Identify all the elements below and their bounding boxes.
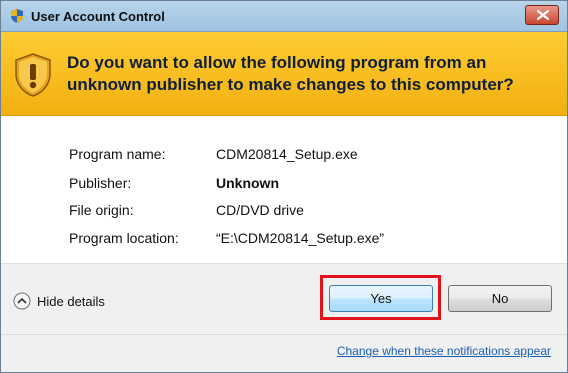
detail-value: CD/DVD drive: [216, 202, 304, 218]
detail-label: File origin:: [69, 202, 134, 218]
window-title: User Account Control: [31, 9, 165, 24]
hide-details-label: Hide details: [37, 293, 105, 309]
warning-shield-icon: [15, 53, 51, 97]
detail-label: Publisher:: [69, 175, 132, 191]
detail-value: Unknown: [216, 175, 279, 191]
warning-banner: Do you want to allow the following progr…: [1, 32, 567, 116]
change-notifications-link[interactable]: Change when these notifications appear: [337, 344, 551, 358]
title-bar: User Account Control: [1, 1, 567, 32]
uac-shield-icon: [11, 9, 23, 23]
banner-question: Do you want to allow the following progr…: [67, 52, 557, 96]
banner-line-2: unknown publisher to make changes to thi…: [67, 75, 514, 94]
no-button[interactable]: No: [448, 285, 552, 312]
detail-value: CDM20814_Setup.exe: [216, 146, 358, 162]
close-button[interactable]: [525, 5, 559, 25]
uac-dialog: User Account Control Do you want to allo…: [0, 0, 568, 373]
close-icon: [537, 10, 549, 20]
yes-button[interactable]: Yes: [329, 285, 433, 312]
chevron-up-circle-icon: [13, 292, 31, 310]
banner-line-1: Do you want to allow the following progr…: [67, 53, 487, 72]
hide-details-toggle[interactable]: Hide details: [13, 292, 105, 310]
detail-label: Program location:: [69, 230, 179, 246]
footer-divider: [1, 334, 567, 335]
detail-label: Program name:: [69, 146, 166, 162]
detail-value: “E:\CDM20814_Setup.exe”: [216, 230, 385, 246]
dialog-footer: Hide details Yes No Change when these no…: [1, 263, 567, 372]
